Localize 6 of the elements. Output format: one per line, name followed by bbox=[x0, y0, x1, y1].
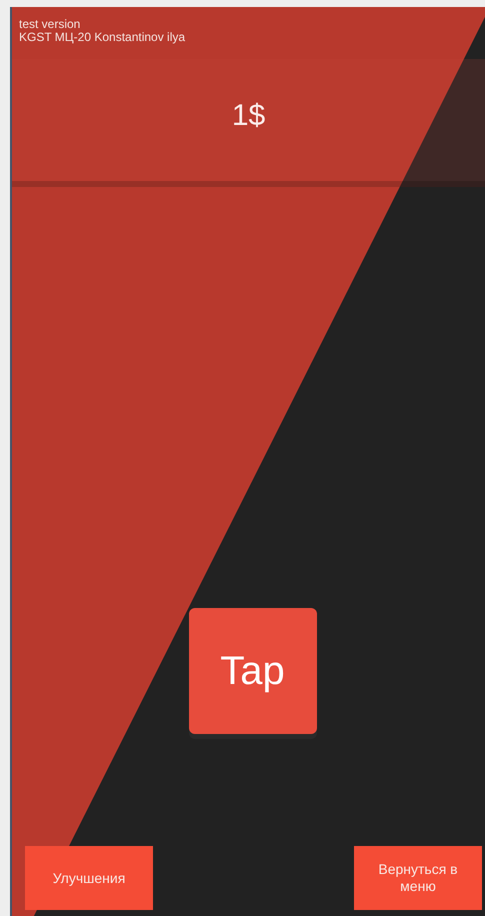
balance-text: 1$ bbox=[232, 99, 266, 133]
menu-button[interactable]: Улучшения bbox=[25, 846, 153, 910]
menu-button[interactable]: Вернуться в меню bbox=[354, 846, 482, 910]
info-text: test version bbox=[19, 18, 80, 31]
info-text: KGST МЦ-20 Konstantinov ilya bbox=[19, 31, 186, 44]
tap-button[interactable]: Tap bbox=[188, 608, 316, 734]
